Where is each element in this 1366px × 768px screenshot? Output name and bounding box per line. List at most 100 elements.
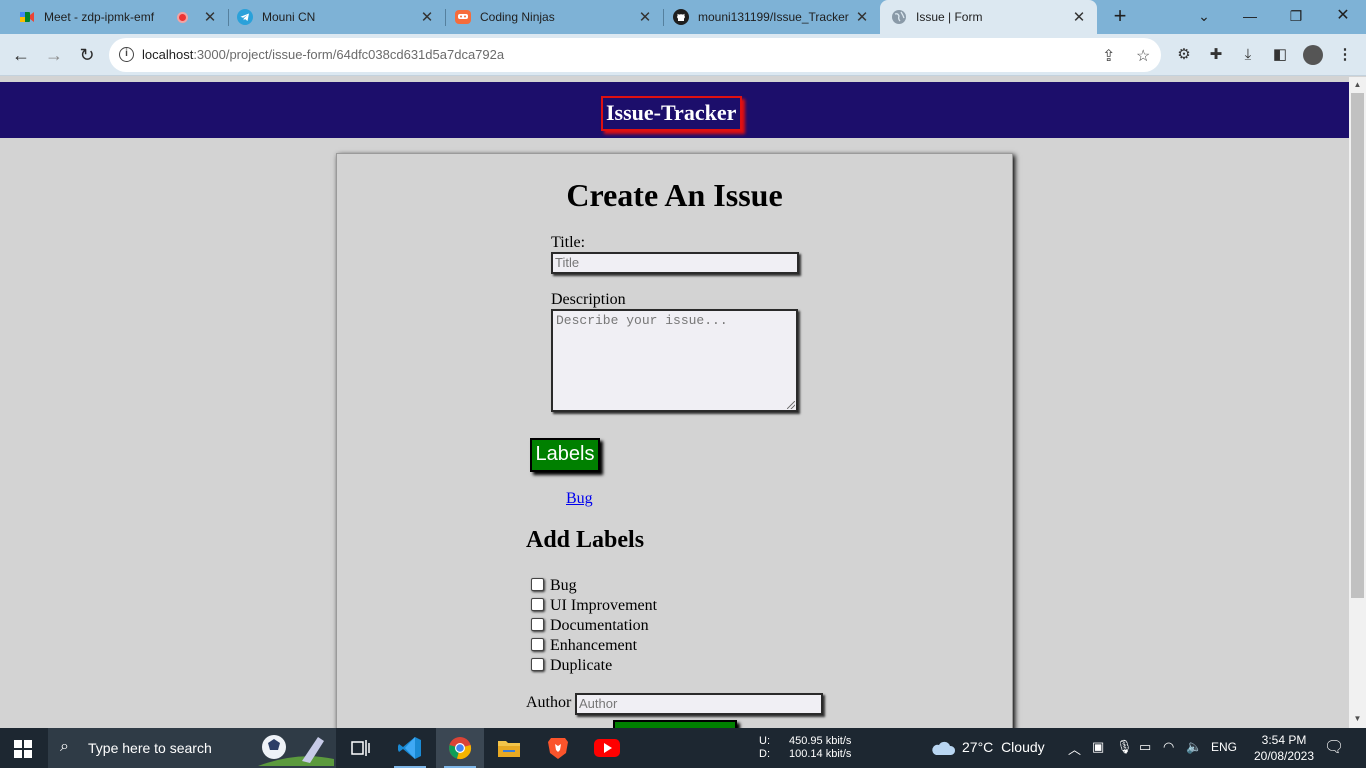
- description-label: Description: [551, 291, 626, 308]
- download-icon[interactable]: ⤓: [1239, 46, 1257, 64]
- close-tab-icon[interactable]: ✕: [854, 8, 870, 26]
- taskbar-search-placeholder: Type here to search: [88, 740, 212, 756]
- title-placeholder: Title: [555, 255, 580, 270]
- scrollbar-thumb[interactable]: [1351, 93, 1364, 598]
- recording-indicator-icon: [177, 11, 188, 23]
- github-icon: [673, 9, 689, 25]
- label-checkbox-bug[interactable]: [531, 578, 544, 591]
- network-speed-widget[interactable]: U: 450.95 kbit/s D: 100.14 kbit/s: [759, 735, 851, 761]
- share-icon[interactable]: ⇪: [1102, 46, 1115, 66]
- side-panel-icon[interactable]: ◧: [1271, 46, 1289, 64]
- taskbar-search-box[interactable]: ⌕ Type here to search: [48, 728, 336, 768]
- bookmark-star-icon[interactable]: ☆: [1136, 46, 1150, 66]
- browser-toolbar: ← → ↻ i localhost:3000/project/issue-for…: [0, 34, 1366, 76]
- site-header: Issue-Tracker: [0, 82, 1349, 138]
- reload-icon[interactable]: ↻: [74, 42, 100, 68]
- url-text[interactable]: localhost:3000/project/issue-form/64dfc0…: [142, 47, 504, 62]
- tab-title: Issue | Form: [916, 10, 983, 24]
- label-checkbox-ui-improvement[interactable]: [531, 598, 544, 611]
- label-option-documentation: Documentation: [550, 617, 649, 634]
- camera-in-use-icon[interactable]: ▣: [1092, 739, 1104, 755]
- scroll-up-arrow-icon[interactable]: ▲: [1349, 80, 1366, 89]
- extensions-puzzle-icon[interactable]: ✚: [1207, 46, 1225, 64]
- close-tab-icon[interactable]: ✕: [419, 8, 435, 26]
- create-issue-button[interactable]: Create Issue: [613, 720, 737, 728]
- chrome-icon[interactable]: [436, 728, 484, 768]
- download-speed: 100.14 kbit/s: [789, 748, 852, 760]
- menu-kebab-icon[interactable]: ⋮: [1336, 46, 1354, 64]
- add-labels-heading: Add Labels: [526, 527, 645, 553]
- issue-form-card: Create An Issue Title: Title Description…: [336, 153, 1013, 728]
- tab-github-repo[interactable]: mouni131199/Issue_Tracker ✕: [663, 0, 880, 34]
- close-tab-icon[interactable]: ✕: [202, 8, 218, 26]
- label-checkbox-duplicate[interactable]: [531, 658, 544, 671]
- search-highlight-soccer-icon: [258, 735, 334, 766]
- label-checkbox-documentation[interactable]: [531, 618, 544, 631]
- close-window-button[interactable]: ✕: [1320, 0, 1366, 34]
- temperature: 27°C: [962, 739, 994, 755]
- new-tab-button[interactable]: +: [1108, 4, 1132, 30]
- system-clock[interactable]: 3:54 PM 20/08/2023: [1252, 732, 1316, 764]
- tab-coding-ninjas[interactable]: Coding Ninjas ✕: [445, 0, 664, 34]
- url-path: :3000/project/issue-form/64dfc038cd631d5…: [193, 47, 505, 62]
- tab-meet[interactable]: Meet - zdp-ipmk-emf ✕: [0, 0, 229, 34]
- youtube-icon[interactable]: [583, 728, 631, 768]
- existing-label-link[interactable]: Bug: [566, 490, 593, 508]
- upload-speed: 450.95 kbit/s: [789, 735, 852, 747]
- file-explorer-icon[interactable]: [485, 728, 533, 768]
- label-option-ui-improvement: UI Improvement: [550, 597, 658, 614]
- close-tab-icon[interactable]: ✕: [1071, 8, 1087, 26]
- scroll-down-arrow-icon[interactable]: ▼: [1349, 714, 1366, 723]
- back-arrow-icon[interactable]: ←: [8, 42, 34, 68]
- brave-browser-icon[interactable]: [534, 728, 582, 768]
- telegram-icon: [237, 9, 253, 25]
- vscode-icon[interactable]: [386, 728, 434, 768]
- speaker-volume-icon[interactable]: 🔈: [1186, 739, 1202, 755]
- label-checkbox-enhancement[interactable]: [531, 638, 544, 651]
- wifi-icon[interactable]: ◠: [1163, 739, 1174, 755]
- resize-grip-icon[interactable]: [787, 401, 795, 409]
- download-label: D:: [759, 748, 770, 760]
- battery-icon[interactable]: ▭: [1139, 739, 1151, 755]
- tab-title: Coding Ninjas: [480, 10, 555, 24]
- description-textarea[interactable]: Describe your issue...: [551, 309, 798, 412]
- weather-widget[interactable]: 27°C Cloudy: [930, 738, 1045, 756]
- show-hidden-icons-chevron-icon[interactable]: ︿: [1068, 739, 1081, 758]
- extension-gear-icon[interactable]: ⚙: [1175, 46, 1193, 64]
- restore-button[interactable]: ❐: [1273, 0, 1319, 34]
- windows-taskbar: ⌕ Type here to search U: 450.95 kbit/s D:…: [0, 728, 1366, 768]
- globe-icon: [892, 10, 906, 24]
- description-placeholder: Describe your issue...: [556, 313, 728, 328]
- author-input[interactable]: Author: [575, 693, 823, 715]
- label-option-enhancement: Enhancement: [550, 637, 638, 654]
- site-info-icon[interactable]: i: [119, 47, 134, 62]
- author-placeholder: Author: [579, 696, 618, 711]
- profile-avatar[interactable]: [1303, 45, 1323, 65]
- notification-center-icon[interactable]: 🗨: [1324, 737, 1344, 757]
- address-bar[interactable]: i localhost:3000/project/issue-form/64df…: [109, 38, 1161, 72]
- clock-time: 3:54 PM: [1261, 733, 1307, 747]
- page-viewport: Issue-Tracker Create An Issue Title: Tit…: [0, 77, 1366, 728]
- tab-search-chevron-icon[interactable]: ⌄: [1181, 0, 1227, 34]
- labels-button[interactable]: Labels: [530, 438, 600, 472]
- page-heading: Create An Issue: [566, 177, 783, 213]
- microphone-icon[interactable]: 🎙: [1116, 739, 1133, 755]
- brand-title[interactable]: Issue-Tracker: [601, 96, 743, 131]
- tab-title: Meet - zdp-ipmk-emf: [44, 10, 155, 24]
- title-label: Title:: [551, 234, 586, 251]
- windows-start-icon[interactable]: [14, 740, 32, 758]
- author-label: Author: [526, 694, 572, 711]
- label-option-duplicate: Duplicate: [550, 657, 613, 674]
- url-host: localhost: [142, 47, 194, 62]
- input-language[interactable]: ENG: [1211, 740, 1237, 754]
- title-input[interactable]: Title: [551, 252, 799, 274]
- browser-tab-strip: Meet - zdp-ipmk-emf ✕ Mouni CN ✕ Coding …: [0, 0, 1366, 34]
- page-scrollbar[interactable]: ▲ ▼: [1349, 77, 1366, 728]
- tab-mouni-cn[interactable]: Mouni CN ✕: [227, 0, 446, 34]
- upload-label: U:: [759, 735, 770, 747]
- task-view-icon[interactable]: [337, 728, 385, 768]
- forward-arrow-icon[interactable]: →: [41, 42, 67, 68]
- close-tab-icon[interactable]: ✕: [637, 8, 653, 26]
- tab-issue-form[interactable]: Issue | Form ✕: [880, 0, 1097, 34]
- minimize-button[interactable]: —: [1227, 0, 1273, 34]
